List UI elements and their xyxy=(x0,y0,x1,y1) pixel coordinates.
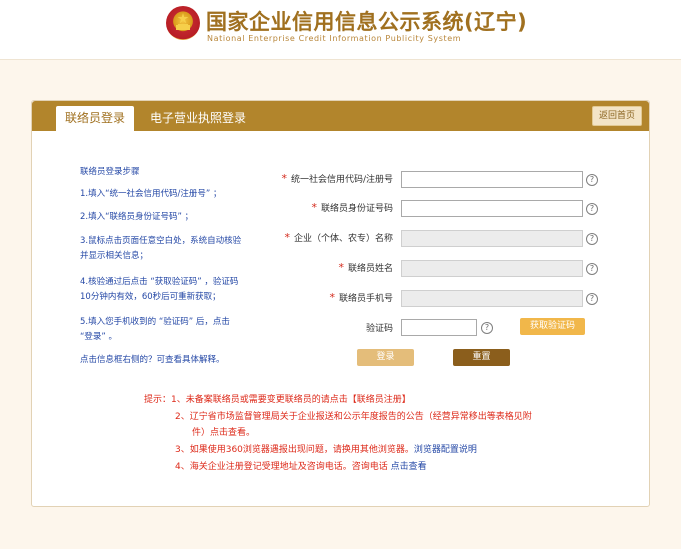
return-home-button[interactable]: 返回首页 xyxy=(592,106,642,126)
company-name-input xyxy=(401,230,583,247)
company-name-label: * 企业（个体、农专）名称 xyxy=(284,231,393,244)
credit-code-label: * 统一社会信用代码/注册号 xyxy=(281,172,393,185)
note-3: 3、如果使用360浏览器遇报出现问题，请换用其他浏览器。浏览器配置说明 xyxy=(175,445,477,455)
required-mark: * xyxy=(281,172,287,185)
login-button[interactable]: 登录 xyxy=(357,349,414,366)
required-mark: * xyxy=(284,231,290,244)
register-link[interactable]: 【联络员注册】 xyxy=(348,395,411,405)
help-hint: 点击信息框右侧的？可查看具体解释。 xyxy=(80,355,225,365)
site-title: 国家企业信用信息公示系统(辽宁) xyxy=(206,10,528,34)
captcha-label: 验证码 xyxy=(365,324,393,334)
note-1: 提示：1、未备案联络员或需要变更联络员的请点击【联络员注册】 xyxy=(144,395,411,405)
company-name-help-icon[interactable]: ? xyxy=(586,233,598,245)
required-mark: * xyxy=(338,261,344,274)
browser-config-link[interactable]: 浏览器配置说明 xyxy=(414,445,477,455)
note-4: 4、海关企业注册登记受理地址及咨询电话。咨询电话 点击查看 xyxy=(175,462,427,472)
step-4-line-2: 10分钟内有效，60秒后可重新获取； xyxy=(80,292,221,302)
step-5-line-2: “登录” 。 xyxy=(80,332,118,342)
national-emblem-icon xyxy=(166,6,200,40)
view-link[interactable]: 点击查看 xyxy=(391,462,427,472)
tab-e-license-login[interactable]: 电子营业执照登录 xyxy=(146,106,250,131)
reset-button[interactable]: 重置 xyxy=(453,349,510,366)
tab-liaison-login[interactable]: 联络员登录 xyxy=(56,106,134,131)
id-number-label: * 联络员身份证号码 xyxy=(311,201,393,214)
required-mark: * xyxy=(311,201,317,214)
phone-help-icon[interactable]: ? xyxy=(586,293,598,305)
get-code-button[interactable]: 获取验证码 xyxy=(520,318,585,335)
login-tab-bar: 联络员登录 电子营业执照登录 返回首页 xyxy=(32,101,649,131)
step-2: 2.填入“联络员身份证号码” ； xyxy=(80,212,194,222)
id-number-help-icon[interactable]: ? xyxy=(586,203,598,215)
credit-code-input[interactable] xyxy=(401,171,583,188)
id-number-input[interactable] xyxy=(401,200,583,217)
login-panel: 联络员登录 电子营业执照登录 返回首页 联络员登录步骤 1.填入“统一社会信用代… xyxy=(31,100,650,507)
phone-label: * 联络员手机号 xyxy=(329,291,393,304)
site-subtitle: National Enterprise Credit Information P… xyxy=(207,34,462,43)
liaison-name-input xyxy=(401,260,583,277)
step-3-line-1: 3.鼠标点击页面任意空白处，系统自动核验 xyxy=(80,236,242,246)
step-3-line-2: 并显示相关信息； xyxy=(80,251,149,261)
site-header: 国家企业信用信息公示系统(辽宁) National Enterprise Cre… xyxy=(0,0,681,60)
note-2-line-1: 2、辽宁省市场监督管理局关于企业报送和公示年度报告的公告（经营异常移出等表格见附 xyxy=(175,412,532,422)
phone-input xyxy=(401,290,583,307)
liaison-name-help-icon[interactable]: ? xyxy=(586,263,598,275)
step-4-line-1: 4.核验通过后点击 “获取验证码” ，验证码 xyxy=(80,277,239,287)
captcha-input[interactable] xyxy=(401,319,477,336)
credit-code-help-icon[interactable]: ? xyxy=(586,174,598,186)
note-2-line-2[interactable]: 件）点击查看。 xyxy=(192,426,255,440)
required-mark: * xyxy=(329,291,335,304)
captcha-help-icon[interactable]: ? xyxy=(481,322,493,334)
step-1: 1.填入“统一社会信用代码/注册号” ； xyxy=(80,189,222,199)
liaison-name-label: * 联络员姓名 xyxy=(338,261,393,274)
step-5-line-1: 5.填入您手机收到的 “验证码” 后，点击 xyxy=(80,317,230,327)
steps-title: 联络员登录步骤 xyxy=(80,167,140,177)
